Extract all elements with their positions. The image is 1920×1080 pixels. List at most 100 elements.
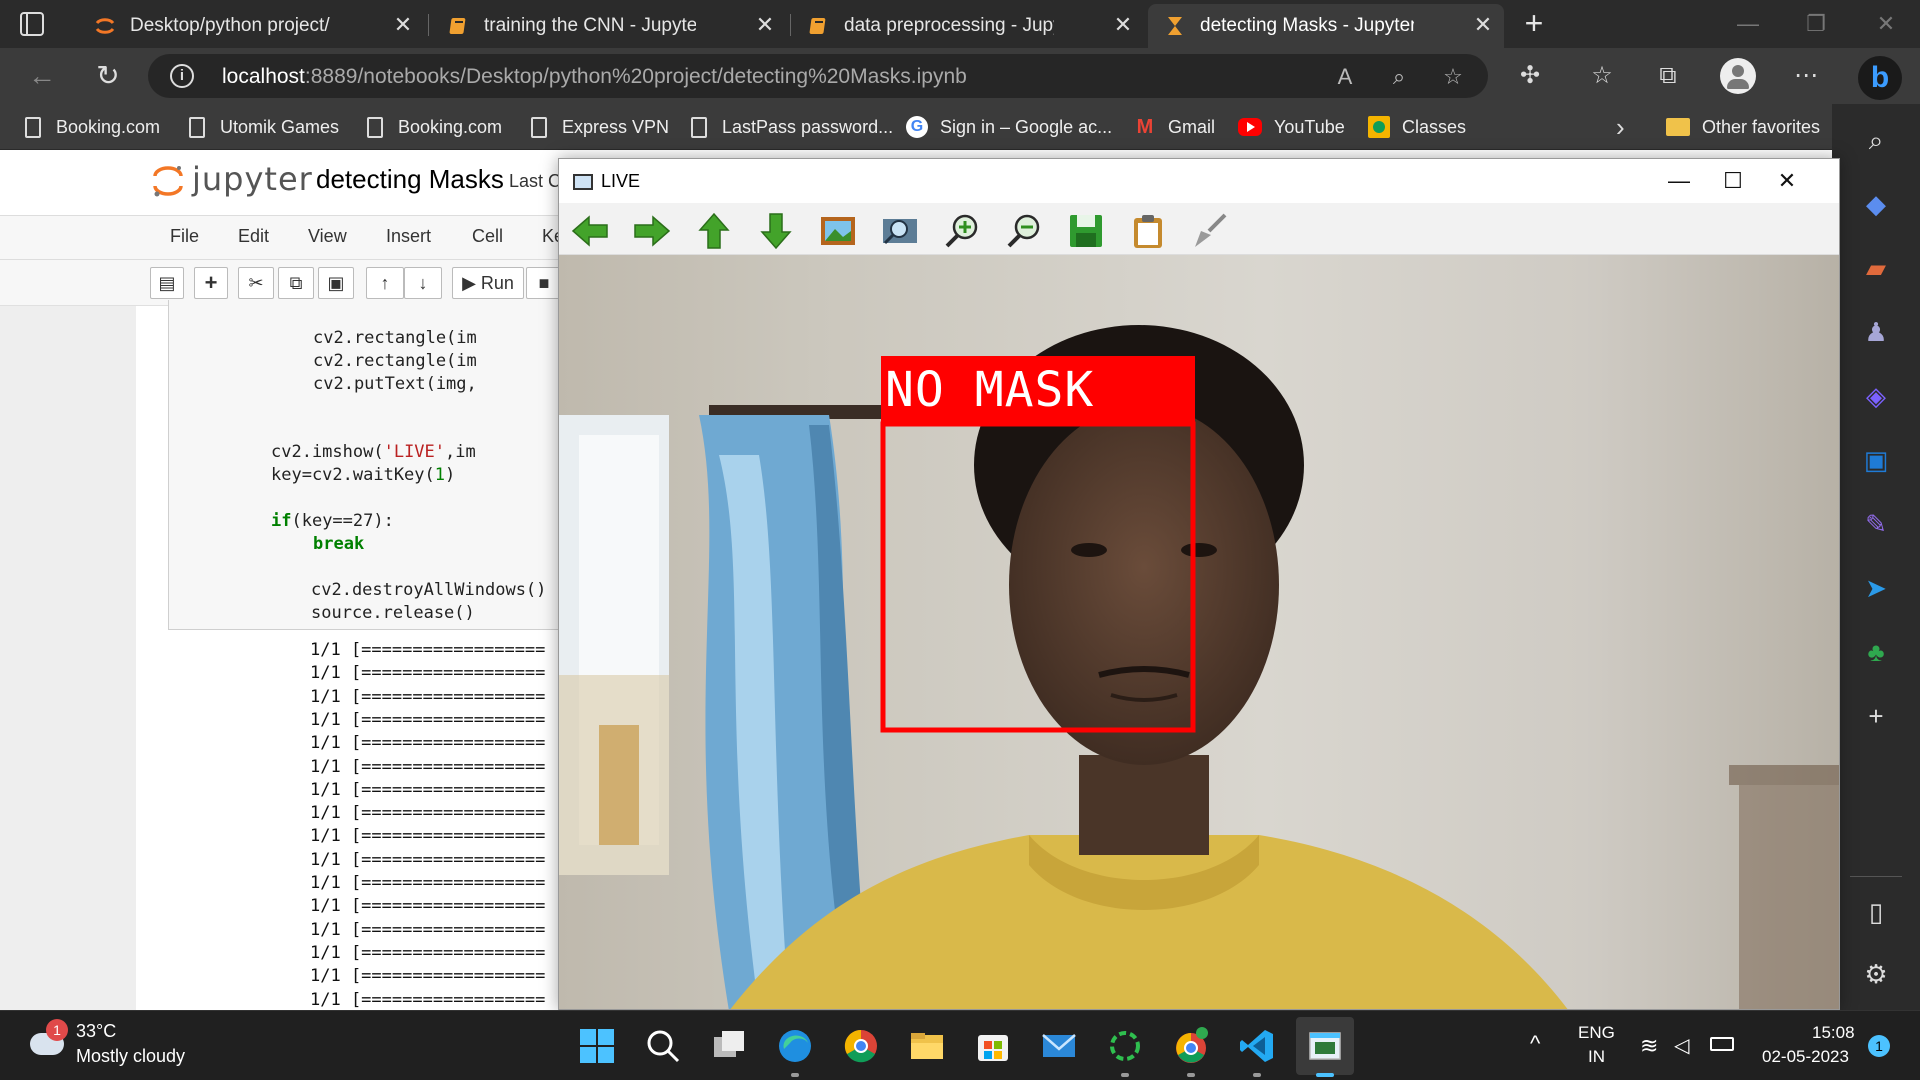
zoom-fit-icon[interactable] (881, 213, 919, 249)
minimize-icon[interactable]: — (1659, 165, 1699, 197)
live-window-taskbar-icon[interactable] (1306, 1027, 1344, 1065)
wifi-icon[interactable]: ≋ (1640, 1033, 1658, 1059)
read-aloud-icon[interactable]: A (1332, 64, 1358, 90)
windows-start-icon[interactable] (578, 1027, 616, 1065)
close-icon[interactable]: ✕ (1767, 165, 1807, 197)
menu-insert[interactable]: Insert (386, 226, 431, 247)
favorite-lastpass[interactable]: LastPass password... (688, 113, 893, 141)
loading-ring-icon[interactable] (1106, 1027, 1144, 1065)
send-icon[interactable]: ➤ (1860, 572, 1892, 604)
favorite-express-vpn[interactable]: Express VPN (528, 113, 669, 141)
menu-file[interactable]: File (170, 226, 199, 247)
clock-time[interactable]: 15:08 (1812, 1023, 1855, 1043)
site-info-icon[interactable]: i (170, 64, 194, 88)
weather-description[interactable]: Mostly cloudy (76, 1046, 185, 1067)
language-indicator[interactable]: ENG (1578, 1023, 1615, 1043)
menu-edit[interactable]: Edit (238, 226, 269, 247)
chevron-right-icon[interactable]: › (1616, 112, 1625, 143)
zoom-in-icon[interactable] (943, 213, 981, 249)
live-window[interactable]: LIVE — ☐ ✕ NO MASK (558, 158, 1840, 1010)
maximize-icon[interactable]: ☐ (1713, 165, 1753, 197)
file-explorer-icon[interactable] (908, 1027, 946, 1065)
volume-icon[interactable]: ◁ (1674, 1033, 1689, 1058)
restore-icon[interactable]: ❐ (1796, 8, 1836, 40)
save-icon[interactable] (1067, 213, 1105, 249)
split-screen-icon[interactable]: ▯ (1860, 896, 1892, 928)
tools-icon[interactable]: ▰ (1860, 252, 1892, 284)
image-icon[interactable] (819, 213, 857, 249)
chevron-up-icon[interactable]: ^ (1530, 1031, 1540, 1057)
notification-badge[interactable]: 1 (1868, 1035, 1890, 1057)
weather-temperature[interactable]: 33°C (76, 1021, 116, 1042)
task-view-icon[interactable] (710, 1027, 748, 1065)
other-favorites[interactable]: Other favorites (1666, 113, 1820, 141)
add-icon[interactable]: + (1860, 700, 1892, 732)
code-cell[interactable]: cv2.rectangle(im cv2.rectangle(im cv2.pu… (168, 300, 588, 630)
insert-cell-button[interactable]: + (194, 267, 228, 299)
favorite-booking[interactable]: Booking.com (22, 113, 160, 141)
minimize-icon[interactable]: — (1728, 8, 1768, 40)
paste-button[interactable]: ▣ (318, 267, 354, 299)
cut-button[interactable]: ✂ (238, 267, 274, 299)
favorite-gmail[interactable]: M Gmail (1134, 113, 1215, 141)
profile-avatar[interactable] (1720, 58, 1756, 94)
menu-view[interactable]: View (308, 226, 347, 247)
more-options-icon[interactable]: ⋯ (1790, 60, 1822, 92)
microsoft-store-icon[interactable] (974, 1027, 1012, 1065)
clock-date[interactable]: 02-05-2023 (1762, 1047, 1849, 1067)
address-input[interactable]: i localhost:8889/notebooks/Desktop/pytho… (148, 54, 1488, 98)
arrow-up-icon[interactable] (695, 213, 733, 249)
tab-data-preprocessing[interactable]: data preprocessing - Jupyter Not ✕ (792, 4, 1144, 48)
favorite-google-signin[interactable]: G Sign in – Google ac... (906, 113, 1112, 141)
close-icon[interactable]: ✕ (754, 14, 776, 36)
favorite-youtube[interactable]: YouTube (1238, 113, 1345, 141)
edge-browser-icon[interactable] (776, 1027, 814, 1065)
mail-icon[interactable] (1040, 1027, 1078, 1065)
tree-icon[interactable]: ♣ (1860, 636, 1892, 668)
arrow-right-icon[interactable] (633, 213, 671, 249)
stop-button[interactable]: ■ (526, 267, 562, 299)
favorites-icon[interactable]: ☆ (1586, 60, 1618, 92)
notebook-title[interactable]: detecting Masks (316, 164, 504, 195)
refresh-icon[interactable]: ↻ (92, 60, 124, 92)
shopping-tag-icon[interactable]: ◆ (1860, 188, 1892, 220)
microsoft-365-icon[interactable]: ◈ (1860, 380, 1892, 412)
bing-chat-icon[interactable]: b (1858, 56, 1902, 100)
designer-icon[interactable]: ✎ (1860, 508, 1892, 540)
copy-icon[interactable] (1129, 213, 1167, 249)
chrome-profile-icon[interactable] (1172, 1027, 1210, 1065)
close-icon[interactable]: ✕ (392, 14, 414, 36)
favorite-utomik-games[interactable]: Utomik Games (186, 113, 339, 141)
battery-icon[interactable] (1710, 1037, 1734, 1051)
copy-button[interactable]: ⧉ (278, 267, 314, 299)
brush-icon[interactable] (1191, 213, 1229, 249)
favorite-classes[interactable]: Classes (1368, 113, 1466, 141)
save-button[interactable]: ▤ (150, 267, 184, 299)
close-icon[interactable]: ✕ (1112, 14, 1134, 36)
language-region[interactable]: IN (1588, 1047, 1605, 1067)
vscode-icon[interactable] (1238, 1027, 1276, 1065)
move-up-button[interactable]: ↑ (366, 267, 404, 299)
run-button[interactable]: ▶ Run (452, 267, 524, 299)
add-favorite-icon[interactable]: ☆ (1440, 64, 1466, 90)
arrow-left-icon[interactable] (571, 213, 609, 249)
menu-cell[interactable]: Cell (472, 226, 503, 247)
settings-gear-icon[interactable]: ⚙ (1860, 958, 1892, 990)
chrome-icon[interactable] (842, 1027, 880, 1065)
search-icon[interactable]: ⌕ (1860, 124, 1892, 156)
tab-training-the-cnn[interactable]: training the CNN - Jupyter Noteb ✕ (432, 4, 786, 48)
favorite-booking-2[interactable]: Booking.com (364, 113, 502, 141)
zoom-icon[interactable]: ⌕ (1386, 64, 1412, 90)
search-icon[interactable] (644, 1027, 682, 1065)
move-down-button[interactable]: ↓ (404, 267, 442, 299)
collections-icon[interactable]: ⧉ (1652, 60, 1684, 92)
arrow-down-icon[interactable] (757, 213, 795, 249)
close-window-icon[interactable]: ✕ (1866, 8, 1906, 40)
tab-actions-icon[interactable] (20, 12, 44, 36)
tab-desktop-python-project[interactable]: Desktop/python project/ ✕ (78, 4, 424, 48)
close-icon[interactable]: ✕ (1472, 14, 1494, 36)
extensions-icon[interactable]: ✣ (1514, 60, 1546, 92)
new-tab-button[interactable]: + (1518, 7, 1550, 40)
games-icon[interactable]: ♟ (1860, 316, 1892, 348)
tab-detecting-masks[interactable]: detecting Masks - Jupyter Noteb ✕ (1148, 4, 1504, 48)
